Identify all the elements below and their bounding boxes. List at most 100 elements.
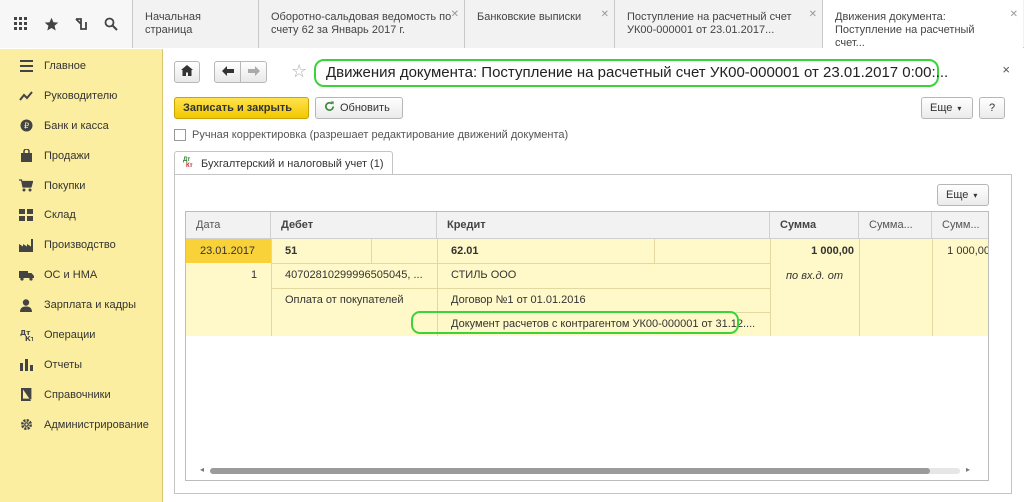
apps-grid-icon[interactable] <box>10 13 32 35</box>
column-header-credit[interactable]: Кредит <box>437 212 770 239</box>
row-sum: 1 000,00 <box>811 245 854 257</box>
tab-document-movements[interactable]: Движения документа: Поступление на расче… <box>823 0 1023 49</box>
button-label: Записать и закрыть <box>183 102 293 114</box>
window-tabs: Начальная страница Оборотно-сальдовая ве… <box>133 0 1023 49</box>
sidebar-item-reports[interactable]: Отчеты <box>0 350 162 380</box>
tab-receipt[interactable]: Поступление на расчетный счет УК00-00000… <box>615 0 823 48</box>
home-icon <box>181 65 193 79</box>
favorite-star-icon[interactable]: ☆ <box>291 61 307 82</box>
back-button[interactable] <box>214 61 241 83</box>
debit-account: 51 <box>285 245 298 257</box>
movements-table: Дата Дебет Кредит Сумма Сумма... Сумм...… <box>185 211 989 481</box>
tab-label: Начальная страница <box>145 11 201 36</box>
tab-label: Поступление на расчетный счет УК00-00000… <box>627 11 792 36</box>
favorites-star-icon[interactable] <box>40 13 62 35</box>
horizontal-scrollbar[interactable]: ◂ ▸ <box>200 465 970 475</box>
bag-icon <box>18 148 34 164</box>
top-icons <box>0 0 133 48</box>
row-date: 23.01.2017 <box>200 245 256 257</box>
arrow-right-icon <box>247 65 260 79</box>
sidebar-item-director[interactable]: Руководителю <box>0 81 162 111</box>
chevron-down-icon: ▾ <box>957 103 962 113</box>
tab-label: Оборотно-сальдовая ведомость по счету 62… <box>271 11 452 36</box>
close-icon[interactable]: ✕ <box>809 8 817 21</box>
column-header-sum3[interactable]: Сумм... <box>932 212 988 239</box>
column-header-date[interactable]: Дата <box>186 212 271 239</box>
document-highlight <box>411 311 739 334</box>
grid-more-button[interactable]: Еще ▾ <box>937 184 989 206</box>
svg-text:Кт: Кт <box>25 335 33 341</box>
button-label: Обновить <box>340 102 390 114</box>
truck-icon <box>18 267 34 283</box>
sidebar-item-catalogs[interactable]: Справочники <box>0 380 162 410</box>
scroll-left-icon[interactable]: ◂ <box>200 465 204 474</box>
row-sum-note: по вх.д. от <box>786 270 843 282</box>
sidebar-item-label: Склад <box>44 209 76 222</box>
svg-text:₽: ₽ <box>23 122 28 131</box>
row-sum3: 1 000,00 <box>947 245 989 257</box>
tab-home[interactable]: Начальная страница <box>133 0 259 48</box>
credit-subconto-1: СТИЛЬ ООО <box>451 269 517 281</box>
forward-button[interactable] <box>240 61 267 83</box>
search-icon[interactable] <box>100 13 122 35</box>
sidebar-item-salary[interactable]: Зарплата и кадры <box>0 290 162 320</box>
close-icon[interactable]: × <box>1002 62 1010 77</box>
help-button[interactable]: ? <box>979 97 1005 119</box>
arrow-left-icon <box>221 65 234 79</box>
checkbox-box[interactable] <box>174 129 186 141</box>
scroll-thumb[interactable] <box>210 468 930 474</box>
sidebar-item-warehouse[interactable]: Склад <box>0 200 162 230</box>
tab-bank-statements[interactable]: Банковские выписки ✕ <box>465 0 615 48</box>
page-title: Движения документа: Поступление на расче… <box>326 64 949 81</box>
row-number: 1 <box>251 269 258 281</box>
tab-accounting[interactable]: Дт Кт Бухгалтерский и налоговый учет (1) <box>174 151 393 175</box>
button-label: ? <box>988 102 996 114</box>
checkbox-label: Ручная корректировка (разрешает редактир… <box>192 129 569 141</box>
sidebar-item-label: Руководителю <box>44 89 118 102</box>
save-and-close-button[interactable]: Записать и закрыть <box>174 97 309 119</box>
button-label: Еще <box>946 189 969 201</box>
cart-icon <box>18 178 34 194</box>
sidebar-item-sales[interactable]: Продажи <box>0 141 162 171</box>
debit-credit-icon: Дт Кт <box>183 156 193 169</box>
operations-icon: Дт Кт <box>18 327 34 343</box>
sidebar-item-label: Операции <box>44 328 96 341</box>
subtab-label: Бухгалтерский и налоговый учет (1) <box>201 157 384 170</box>
bar-chart-icon <box>18 357 34 373</box>
column-header-sum2[interactable]: Сумма... <box>859 212 932 239</box>
tab-osv[interactable]: Оборотно-сальдовая ведомость по счету 62… <box>259 0 465 48</box>
chevron-down-icon: ▾ <box>973 190 978 200</box>
warehouse-icon <box>18 207 34 223</box>
sidebar-item-operations[interactable]: Дт Кт Операции <box>0 320 162 350</box>
manual-correction-checkbox[interactable]: Ручная корректировка (разрешает редактир… <box>174 129 568 141</box>
book-icon <box>18 387 34 403</box>
sidebar-item-purchases[interactable]: Покупки <box>0 171 162 201</box>
button-label: Еще <box>930 102 953 114</box>
sidebar-item-bank[interactable]: ₽ Банк и касса <box>0 111 162 141</box>
coin-icon: ₽ <box>18 118 34 134</box>
refresh-button[interactable]: Обновить <box>315 97 403 119</box>
gear-icon <box>18 417 34 433</box>
sidebar-item-label: Справочники <box>44 388 111 401</box>
close-icon[interactable]: ✕ <box>601 8 609 21</box>
sidebar-item-main[interactable]: Главное <box>0 51 162 81</box>
more-button[interactable]: Еще ▾ <box>921 97 973 119</box>
sidebar-item-label: Банк и касса <box>44 119 109 132</box>
debit-subconto-1: 40702810299996505045, ... <box>285 269 423 281</box>
menu-lines-icon <box>18 58 34 74</box>
close-icon[interactable]: ✕ <box>451 8 459 21</box>
close-icon[interactable]: ✕ <box>1010 8 1018 21</box>
column-header-debit[interactable]: Дебет <box>271 212 437 239</box>
scroll-right-icon[interactable]: ▸ <box>966 465 970 474</box>
tab-label: Банковские выписки <box>477 11 582 23</box>
credit-subconto-2: Договор №1 от 01.01.2016 <box>451 294 586 306</box>
history-icon[interactable] <box>70 13 92 35</box>
sidebar-item-assets[interactable]: ОС и НМА <box>0 260 162 290</box>
sidebar-item-label: ОС и НМА <box>44 269 98 282</box>
sidebar: Главное Руководителю ₽ Банк и касса Прод… <box>0 49 163 502</box>
sidebar-item-production[interactable]: Производство <box>0 230 162 260</box>
sidebar-item-admin[interactable]: Администрирование <box>0 410 162 440</box>
home-button[interactable] <box>174 61 200 83</box>
column-header-sum[interactable]: Сумма <box>770 212 859 239</box>
refresh-icon <box>324 101 335 115</box>
